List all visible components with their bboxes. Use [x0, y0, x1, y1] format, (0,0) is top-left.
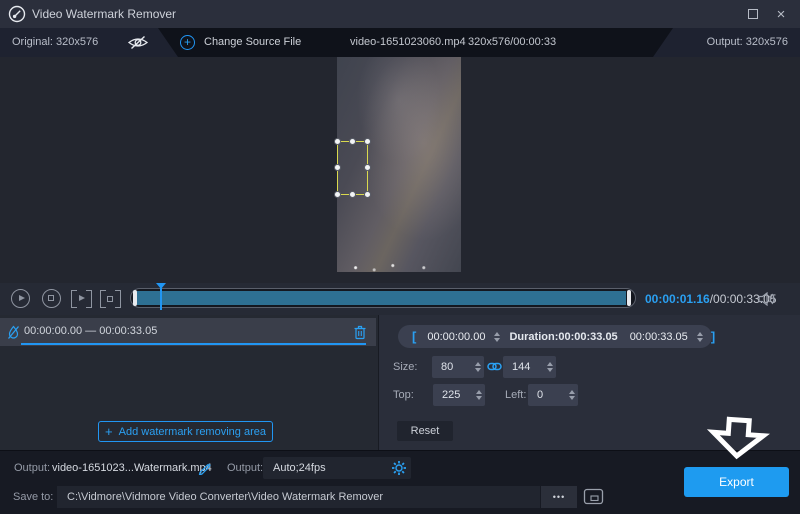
save-path-input[interactable]: C:\Vidmore\Vidmore Video Converter\Video…: [57, 486, 540, 508]
maximize-icon[interactable]: [740, 0, 766, 28]
output-filename: video-1651023...Watermark.mp4: [52, 457, 212, 479]
add-watermark-area-button[interactable]: + Add watermark removing area: [98, 421, 273, 442]
size-label: Size:: [393, 356, 417, 378]
resize-handle[interactable]: [364, 138, 371, 145]
top-label: Top:: [393, 384, 414, 406]
watermark-icon: [7, 325, 20, 340]
app-logo-icon: [8, 5, 26, 23]
reset-button[interactable]: Reset: [397, 421, 453, 441]
play-icon[interactable]: [11, 289, 30, 308]
height-input[interactable]: 144: [503, 356, 556, 378]
folder-icon[interactable]: [583, 488, 604, 510]
plus-icon: +: [105, 425, 113, 438]
playhead-marker[interactable]: [156, 283, 166, 289]
width-input[interactable]: 80: [432, 356, 484, 378]
source-filename: video-1651023060.mp4: [350, 28, 466, 57]
end-time-stepper[interactable]: [694, 332, 706, 342]
width-stepper[interactable]: [472, 362, 484, 372]
frame-play-icon[interactable]: [71, 290, 92, 308]
link-icon[interactable]: [487, 360, 502, 378]
segment-time-range: 00:00:00.00 — 00:00:33.05: [24, 318, 157, 344]
resize-handle[interactable]: [334, 191, 341, 198]
segment-active-underline: [21, 343, 366, 345]
height-stepper[interactable]: [544, 362, 556, 372]
trim-end-handle[interactable]: [627, 290, 631, 306]
watermark-selection-box[interactable]: [337, 141, 368, 195]
top-input[interactable]: 225: [433, 384, 485, 406]
trim-time-group: [ 00:00:00.00 Duration:00:00:33.05 00:00…: [398, 325, 712, 348]
timeline-scrubber[interactable]: [130, 288, 636, 308]
watermark-segment-row[interactable]: 00:00:00.00 — 00:00:33.05: [0, 318, 376, 346]
output-format-select[interactable]: Auto;24fps: [263, 457, 411, 479]
resize-handle[interactable]: [349, 138, 356, 145]
change-source-button[interactable]: Change Source File: [204, 28, 301, 57]
eye-hidden-icon[interactable]: [127, 35, 149, 55]
volume-icon[interactable]: [758, 292, 776, 311]
titlebar: Video Watermark Remover ×: [0, 0, 800, 28]
resize-handle[interactable]: [334, 164, 341, 171]
top-stepper[interactable]: [473, 390, 485, 400]
current-time: 00:00:01.16: [645, 292, 710, 306]
stop-icon[interactable]: [42, 289, 61, 308]
output-name-label: Output:: [14, 457, 50, 479]
resize-handle[interactable]: [364, 164, 371, 171]
lower-panels: 00:00:00.00 — 00:00:33.05 + Add watermar…: [0, 315, 800, 450]
set-end-bracket-button[interactable]: ]: [706, 329, 720, 344]
set-start-bracket-button[interactable]: [: [407, 329, 421, 344]
playhead[interactable]: [160, 287, 162, 310]
timeline-fill: [137, 291, 626, 305]
settings-icon[interactable]: [391, 460, 407, 481]
source-meta: 320x576/00:00:33: [468, 28, 556, 57]
export-button[interactable]: Export: [684, 467, 789, 497]
left-input[interactable]: 0: [528, 384, 578, 406]
start-time-stepper[interactable]: [491, 332, 503, 342]
info-bar: Original: 320x576 + Change Source File v…: [0, 28, 800, 57]
watermark-list-panel: 00:00:00.00 — 00:00:33.05 + Add watermar…: [0, 315, 378, 450]
resize-handle[interactable]: [334, 138, 341, 145]
browse-button[interactable]: •••: [541, 486, 577, 508]
window-title: Video Watermark Remover: [32, 0, 176, 28]
end-time-input[interactable]: 00:00:33.05: [624, 331, 694, 343]
trim-start-handle[interactable]: [133, 290, 137, 306]
time-display: 00:00:01.16/00:00:33.05: [645, 283, 776, 315]
video-frame[interactable]: [337, 57, 461, 272]
save-to-label: Save to:: [13, 486, 53, 508]
resize-handle[interactable]: [364, 191, 371, 198]
add-source-icon[interactable]: +: [180, 35, 195, 50]
resize-handle[interactable]: [349, 191, 356, 198]
left-stepper[interactable]: [566, 390, 578, 400]
transport-bar: 00:00:01.16/00:00:33.05: [0, 283, 800, 315]
close-icon[interactable]: ×: [768, 0, 794, 28]
preview-area: [0, 57, 800, 283]
output-format-label: Output:: [227, 457, 263, 479]
start-time-input[interactable]: 00:00:00.00: [421, 331, 491, 343]
original-resolution-label: Original: 320x576: [12, 28, 98, 57]
footer-bar: Output: video-1651023...Watermark.mp4 Ou…: [0, 450, 800, 514]
app-window: Video Watermark Remover × Original: 320x…: [0, 0, 800, 514]
delete-icon[interactable]: [353, 324, 367, 340]
export-arrow-icon: [705, 416, 771, 465]
edit-icon[interactable]: [198, 461, 212, 480]
output-resolution-label: Output: 320x576: [707, 28, 788, 57]
left-label: Left:: [505, 384, 526, 406]
frame-stop-icon[interactable]: [100, 290, 121, 308]
duration-label: Duration:00:00:33.05: [503, 331, 623, 343]
